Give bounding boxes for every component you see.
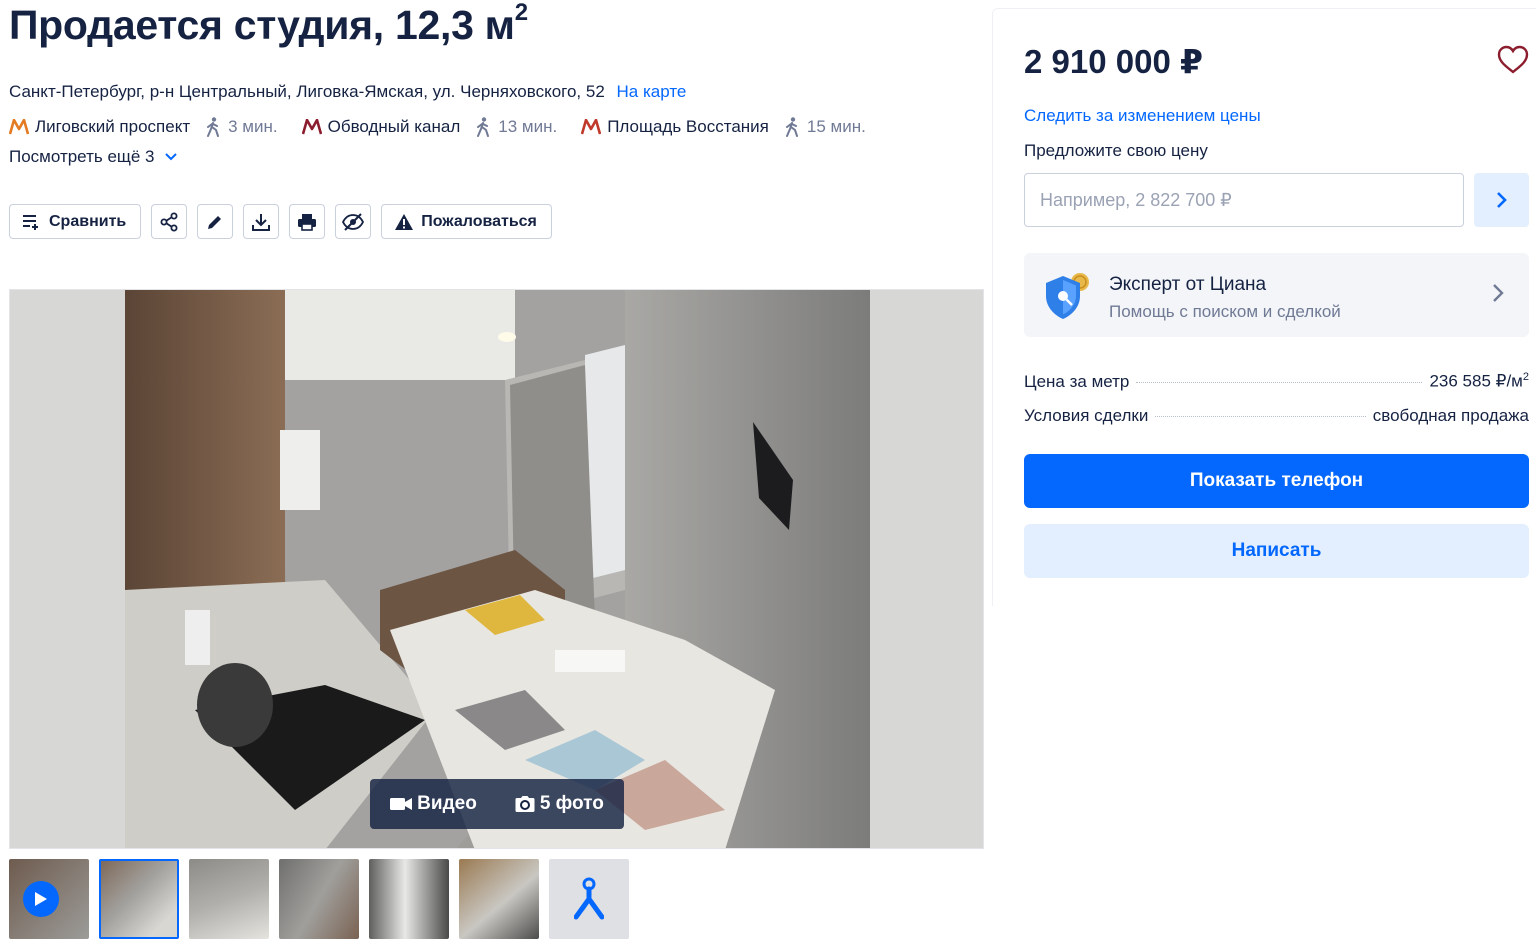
thumbnail-photo[interactable]: [99, 859, 179, 939]
main-photo: [125, 290, 870, 848]
metro-name[interactable]: Площадь Восстания: [607, 117, 769, 137]
offer-price-label: Предложите свою цену: [1024, 141, 1208, 160]
metro-station: Лиговский проспект 3 мин.: [9, 117, 278, 137]
thumbnail-photo[interactable]: [279, 859, 359, 939]
walk-time: 3 мин.: [228, 117, 278, 136]
thumbnail-photo[interactable]: [189, 859, 269, 939]
address-text: Санкт-Петербург, р-н Центральный, Лиговк…: [9, 82, 605, 101]
complain-label: Пожаловаться: [421, 212, 537, 230]
expert-card[interactable]: Эксперт от Циана Помощь с поиском и сдел…: [1024, 253, 1529, 337]
chevron-right-icon: [1493, 284, 1504, 302]
hide-icon: [342, 212, 365, 231]
watch-price-link[interactable]: Следить за изменением цены: [1024, 106, 1261, 126]
price-per-meter-row: Цена за метр 236 585 ₽/м2: [1024, 371, 1529, 392]
leader-dots: [1155, 416, 1366, 417]
chevron-right-icon: [1496, 192, 1507, 208]
play-icon: [23, 881, 59, 917]
expert-title: Эксперт от Циана: [1109, 274, 1267, 295]
thumbnail-map[interactable]: [549, 859, 629, 939]
metro-name[interactable]: Обводный канал: [328, 117, 461, 137]
chevron-down-icon: [164, 153, 177, 161]
thumbnail-strip: [9, 859, 629, 939]
compare-label: Сравнить: [49, 212, 127, 230]
show-phone-button[interactable]: Показать телефон: [1024, 454, 1529, 508]
map-pin-icon: [574, 877, 604, 920]
share-button[interactable]: [151, 204, 188, 239]
metro-name[interactable]: Лиговский проспект: [35, 117, 190, 137]
metro-station: Площадь Восстания 15 мин.: [581, 117, 866, 137]
metro-icon: [581, 119, 602, 135]
expert-subtitle: Помощь с поиском и сделкой: [1109, 302, 1341, 321]
camera-icon: [515, 796, 535, 812]
walk-time: 13 мин.: [498, 117, 558, 136]
photo-gallery[interactable]: Видео 5 фото: [9, 289, 984, 849]
more-stations-link[interactable]: Посмотреть ещё 3: [9, 147, 177, 167]
walk-time: 15 мин.: [806, 117, 866, 136]
deal-terms-value: свободная продажа: [1372, 406, 1529, 425]
page-title: Продается студия, 12,3 м2: [9, 0, 528, 48]
offer-price-input[interactable]: [1024, 173, 1464, 227]
offer-submit-button[interactable]: [1474, 173, 1529, 227]
walk-icon: [207, 117, 220, 137]
print-icon: [298, 213, 317, 231]
hide-button[interactable]: [335, 204, 372, 239]
share-icon: [160, 212, 178, 231]
metro-icon: [9, 119, 29, 135]
print-button[interactable]: [289, 204, 326, 239]
walk-icon: [785, 117, 798, 137]
edit-icon: [208, 215, 222, 229]
more-stations-label: Посмотреть ещё 3: [9, 147, 155, 166]
compare-icon: [23, 214, 38, 230]
price: 2 910 000 ₽: [1024, 43, 1203, 80]
photos-button[interactable]: 5 фото: [515, 793, 604, 815]
metro-station: Обводный канал 13 мин.: [301, 117, 558, 137]
map-link[interactable]: На карте: [617, 82, 687, 101]
video-button[interactable]: Видео: [390, 793, 477, 815]
media-bar: Видео 5 фото: [370, 779, 624, 829]
video-icon: [390, 798, 413, 810]
deal-terms-row: Условия сделки свободная продажа: [1024, 406, 1529, 426]
address: Санкт-Петербург, р-н Центральный, Лиговк…: [9, 82, 686, 102]
thumbnail-photo[interactable]: [369, 859, 449, 939]
compare-button[interactable]: Сравнить: [9, 204, 142, 239]
complain-button[interactable]: Пожаловаться: [381, 204, 552, 239]
download-icon: [252, 213, 271, 231]
price-per-meter-value: 236 585 ₽/м2: [1429, 371, 1529, 391]
expert-shield-icon: [1046, 273, 1089, 319]
favorite-heart-icon[interactable]: [1497, 45, 1529, 75]
metro-list: Лиговский проспект 3 мин. Обводный канал…: [9, 117, 890, 137]
walk-icon: [477, 117, 490, 137]
photos-label: 5 фото: [539, 793, 604, 814]
thumbnail-video[interactable]: [9, 859, 89, 939]
video-label: Видео: [417, 793, 477, 814]
write-message-button[interactable]: Написать: [1024, 524, 1529, 578]
action-toolbar: Сравнить Пожаловаться: [9, 204, 552, 239]
deal-terms-label: Условия сделки: [1024, 406, 1149, 425]
download-button[interactable]: [243, 204, 280, 239]
edit-button[interactable]: [197, 204, 234, 239]
leader-dots: [1136, 381, 1423, 383]
metro-icon: [301, 119, 322, 135]
warning-icon: [395, 213, 414, 230]
thumbnail-photo[interactable]: [459, 859, 539, 939]
price-per-meter-label: Цена за метр: [1024, 371, 1130, 391]
